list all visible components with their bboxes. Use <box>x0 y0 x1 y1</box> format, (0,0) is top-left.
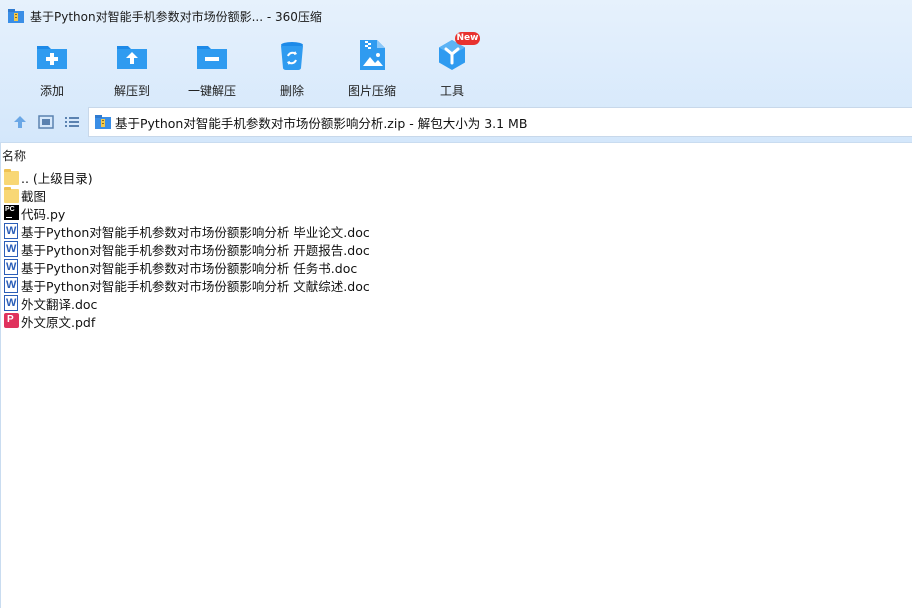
add-button[interactable]: 添加 <box>12 36 92 98</box>
list-item[interactable]: W 基于Python对智能手机参数对市场份额影响分析 文献综述.doc <box>0 276 912 294</box>
address-text: 基于Python对智能手机参数对市场份额影响分析.zip - 解包大小为 3.1… <box>115 115 528 131</box>
word-doc-icon: W <box>4 259 18 275</box>
list-view-icon <box>65 117 79 127</box>
address-bar[interactable]: 基于Python对智能手机参数对市场份额影响分析.zip - 解包大小为 3.1… <box>88 107 912 137</box>
extract-to-icon <box>115 38 149 72</box>
file-name: 外文翻译.doc <box>21 296 98 312</box>
new-badge: New <box>455 32 480 45</box>
window-title: 基于Python对智能手机参数对市场份额影... - 360压缩 <box>30 9 322 24</box>
file-name: 代码.py <box>21 206 66 222</box>
file-name: 截图 <box>21 188 47 204</box>
image-compress-button[interactable]: 图片压缩 <box>332 36 412 98</box>
file-name: 基于Python对智能手机参数对市场份额影响分析 任务书.doc <box>21 260 358 276</box>
python-file-icon: PC <box>4 205 19 221</box>
list-item[interactable]: PC 代码.py <box>0 204 912 222</box>
name-column-header[interactable]: 名称 <box>0 145 912 167</box>
thumbnail-view-icon <box>38 115 54 129</box>
list-item[interactable]: W 基于Python对智能手机参数对市场份额影响分析 任务书.doc <box>0 258 912 276</box>
add-label: 添加 <box>39 84 64 98</box>
file-name: 基于Python对智能手机参数对市场份额影响分析 开题报告.doc <box>21 242 370 258</box>
up-arrow-icon <box>14 116 26 128</box>
file-name: .. (上级目录) <box>21 170 93 186</box>
zip-archive-icon <box>95 115 111 129</box>
list-item[interactable]: W 外文翻译.doc <box>0 294 912 312</box>
extract-to-label: 解压到 <box>113 84 150 98</box>
tools-label: 工具 <box>439 84 464 98</box>
extract-to-button[interactable]: 解压到 <box>92 36 172 98</box>
one-click-extract-button[interactable]: 一键解压 <box>172 36 252 98</box>
list-item[interactable]: P 外文原文.pdf <box>0 312 912 330</box>
image-compress-icon <box>355 38 389 72</box>
archive-app-icon <box>8 9 24 23</box>
list-item[interactable]: W 基于Python对智能手机参数对市场份额影响分析 开题报告.doc <box>0 240 912 258</box>
folder-icon <box>4 187 19 203</box>
word-doc-icon: W <box>4 295 18 311</box>
add-icon <box>35 38 69 72</box>
thumbnail-view-button[interactable] <box>37 113 55 131</box>
up-level-button[interactable] <box>11 113 29 131</box>
delete-label: 删除 <box>279 84 304 98</box>
delete-button[interactable]: 删除 <box>252 36 332 98</box>
file-name: 外文原文.pdf <box>21 314 96 330</box>
top-panel: 基于Python对智能手机参数对市场份额影... - 360压缩 添加 解压到 … <box>0 0 912 143</box>
list-item[interactable]: .. (上级目录) <box>0 168 912 186</box>
file-name: 基于Python对智能手机参数对市场份额影响分析 毕业论文.doc <box>21 224 370 240</box>
word-doc-icon: W <box>4 277 18 293</box>
tools-button[interactable]: 工具 <box>412 36 492 98</box>
one-click-extract-label: 一键解压 <box>187 84 236 98</box>
navigation-bar: 基于Python对智能手机参数对市场份额影响分析.zip - 解包大小为 3.1… <box>0 107 912 137</box>
word-doc-icon: W <box>4 223 18 239</box>
title-bar: 基于Python对智能手机参数对市场份额影... - 360压缩 <box>0 0 912 32</box>
file-list: .. (上级目录) 截图 PC 代码.py W 基于Python对智能手机参数对… <box>0 168 912 330</box>
list-item[interactable]: 截图 <box>0 186 912 204</box>
word-doc-icon: W <box>4 241 18 257</box>
pdf-file-icon: P <box>4 313 19 329</box>
folder-icon <box>4 169 19 185</box>
list-view-button[interactable] <box>63 113 81 131</box>
file-name: 基于Python对智能手机参数对市场份额影响分析 文献综述.doc <box>21 278 370 294</box>
delete-icon <box>275 38 309 72</box>
list-item[interactable]: W 基于Python对智能手机参数对市场份额影响分析 毕业论文.doc <box>0 222 912 240</box>
image-compress-label: 图片压缩 <box>347 84 396 98</box>
one-click-extract-icon <box>195 38 229 72</box>
